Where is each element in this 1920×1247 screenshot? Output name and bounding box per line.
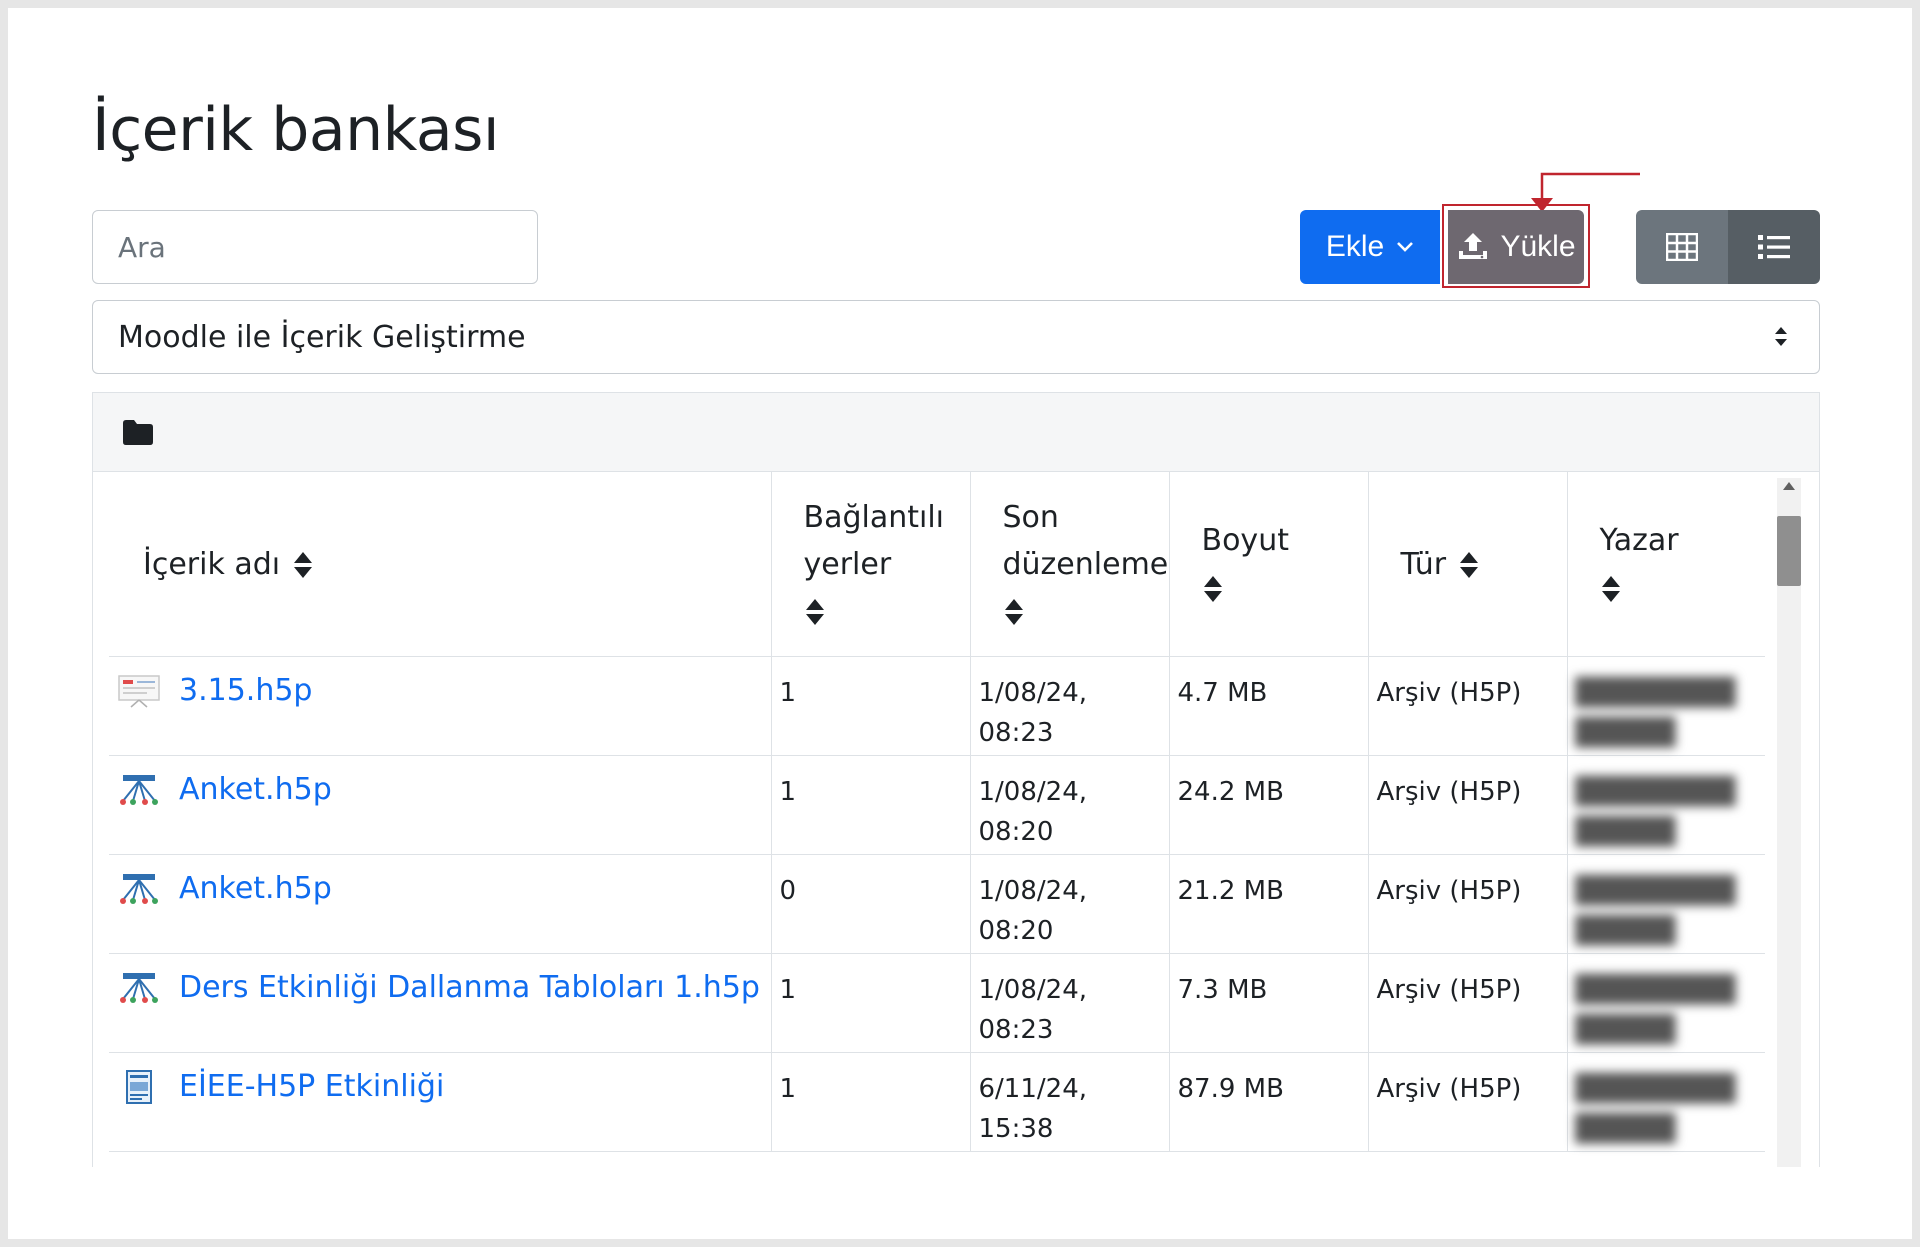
sort-icon <box>1460 552 1479 578</box>
content-table-wrapper: İçerik adı Bağlantılı yerler Son düzenle… <box>92 472 1820 1167</box>
cell-size: 21.2 MB <box>1169 854 1369 954</box>
header-author[interactable]: Yazar <box>1567 472 1765 657</box>
cell-author: ████████ █████ <box>1567 656 1765 756</box>
list-icon <box>1758 235 1790 259</box>
table-row: Anket.h5p 1 1/08/24, 08:20 24.2 MB Arşiv… <box>109 755 1765 855</box>
scroll-up-arrow-icon[interactable] <box>1783 482 1795 490</box>
cell-name: EİEE-H5P Etkinliği <box>109 1052 772 1152</box>
select-arrows-icon <box>1775 327 1787 346</box>
cell-name: Anket.h5p <box>109 755 772 855</box>
add-button-label: Ekle <box>1325 230 1385 263</box>
cell-used: 1 <box>771 953 971 1053</box>
author-blurred: ████████ █████ <box>1575 1074 1736 1144</box>
cell-type: Arşiv (H5P) <box>1368 755 1568 855</box>
grid-view-button[interactable] <box>1636 210 1728 284</box>
cell-author: ████████ █████ <box>1567 854 1765 954</box>
scroll-thumb[interactable] <box>1777 516 1801 586</box>
content-link[interactable]: Ders Etkinliği Dallanma Tabloları 1.h5p <box>179 968 760 1008</box>
cell-modified: 1/08/24, 08:20 <box>970 854 1170 954</box>
table-row: Anket.h5p 0 1/08/24, 08:20 21.2 MB Arşiv… <box>109 854 1765 954</box>
chevron-down-icon <box>1397 242 1414 252</box>
author-blurred: ████████ █████ <box>1575 975 1736 1045</box>
content-link[interactable]: Anket.h5p <box>179 770 332 810</box>
author-blurred: ████████ █████ <box>1575 876 1736 946</box>
header-used[interactable]: Bağlantılı yerler <box>771 472 971 657</box>
header-name[interactable]: İçerik adı <box>109 472 772 657</box>
cell-size: 87.9 MB <box>1169 1052 1369 1152</box>
cell-size: 7.3 MB <box>1169 953 1369 1053</box>
upload-button[interactable]: Yükle <box>1448 210 1584 284</box>
upload-button-label: Yükle <box>1500 230 1576 263</box>
sort-icon <box>1004 599 1023 625</box>
cell-modified: 1/08/24, 08:23 <box>970 953 1170 1053</box>
cell-size: 24.2 MB <box>1169 755 1369 855</box>
cell-name: 3.15.h5p <box>109 656 772 756</box>
cell-author: ████████ █████ <box>1567 1052 1765 1152</box>
cell-used: 1 <box>771 755 971 855</box>
sort-icon <box>1203 575 1222 602</box>
cell-author: ████████ █████ <box>1567 953 1765 1053</box>
table-row: Ders Etkinliği Dallanma Tabloları 1.h5p … <box>109 953 1765 1053</box>
context-select[interactable]: Moodle ile İçerik Geliştirme <box>92 300 1820 374</box>
branching-icon <box>120 775 158 805</box>
sort-icon <box>805 599 824 625</box>
search-input[interactable] <box>92 210 538 284</box>
header-type[interactable]: Tür <box>1368 472 1568 657</box>
page-title: İçerik bankası <box>92 95 500 165</box>
context-select-value: Moodle ile İçerik Geliştirme <box>118 319 526 355</box>
content-link[interactable]: 3.15.h5p <box>179 671 312 711</box>
cell-type: Arşiv (H5P) <box>1368 854 1568 954</box>
cell-modified: 1/08/24, 08:23 <box>970 656 1170 756</box>
header-size[interactable]: Boyut <box>1169 472 1369 657</box>
header-modified[interactable]: Son düzenleme <box>970 472 1170 657</box>
cell-modified: 6/11/24, 15:38 <box>970 1052 1170 1152</box>
annotation-arrow-icon <box>1531 172 1640 212</box>
presentation-icon <box>118 675 160 708</box>
table-header-row: İçerik adı Bağlantılı yerler Son düzenle… <box>109 472 1765 657</box>
add-button[interactable]: Ekle <box>1300 210 1440 284</box>
content-table: İçerik adı Bağlantılı yerler Son düzenle… <box>109 472 1765 1152</box>
author-blurred: ████████ █████ <box>1575 678 1736 748</box>
table-scrollbar[interactable] <box>1777 478 1801 1167</box>
cell-type: Arşiv (H5P) <box>1368 953 1568 1053</box>
cell-used: 1 <box>771 1052 971 1152</box>
list-view-button[interactable] <box>1728 210 1820 284</box>
author-blurred: ████████ █████ <box>1575 777 1736 847</box>
cell-used: 0 <box>771 854 971 954</box>
cell-modified: 1/08/24, 08:20 <box>970 755 1170 855</box>
cell-name: Anket.h5p <box>109 854 772 954</box>
grid-icon <box>1666 233 1698 261</box>
cell-name: Ders Etkinliği Dallanma Tabloları 1.h5p <box>109 953 772 1053</box>
cell-used: 1 <box>771 656 971 756</box>
content-link[interactable]: Anket.h5p <box>179 869 332 909</box>
folder-icon[interactable] <box>121 418 155 446</box>
branching-icon <box>120 874 158 904</box>
breadcrumb-folder-bar <box>92 392 1820 472</box>
table-row: 3.15.h5p 1 1/08/24, 08:23 4.7 MB Arşiv (… <box>109 656 1765 756</box>
content-link[interactable]: EİEE-H5P Etkinliği <box>179 1067 444 1107</box>
cell-type: Arşiv (H5P) <box>1368 1052 1568 1152</box>
cell-author: ████████ █████ <box>1567 755 1765 855</box>
branching-icon <box>120 973 158 1003</box>
cell-size: 4.7 MB <box>1169 656 1369 756</box>
interactive-book-icon <box>126 1070 152 1104</box>
upload-icon <box>1459 233 1488 259</box>
cell-type: Arşiv (H5P) <box>1368 656 1568 756</box>
table-row: EİEE-H5P Etkinliği 1 6/11/24, 15:38 87.9… <box>109 1052 1765 1152</box>
sort-icon <box>1601 575 1620 602</box>
sort-icon <box>294 552 313 578</box>
